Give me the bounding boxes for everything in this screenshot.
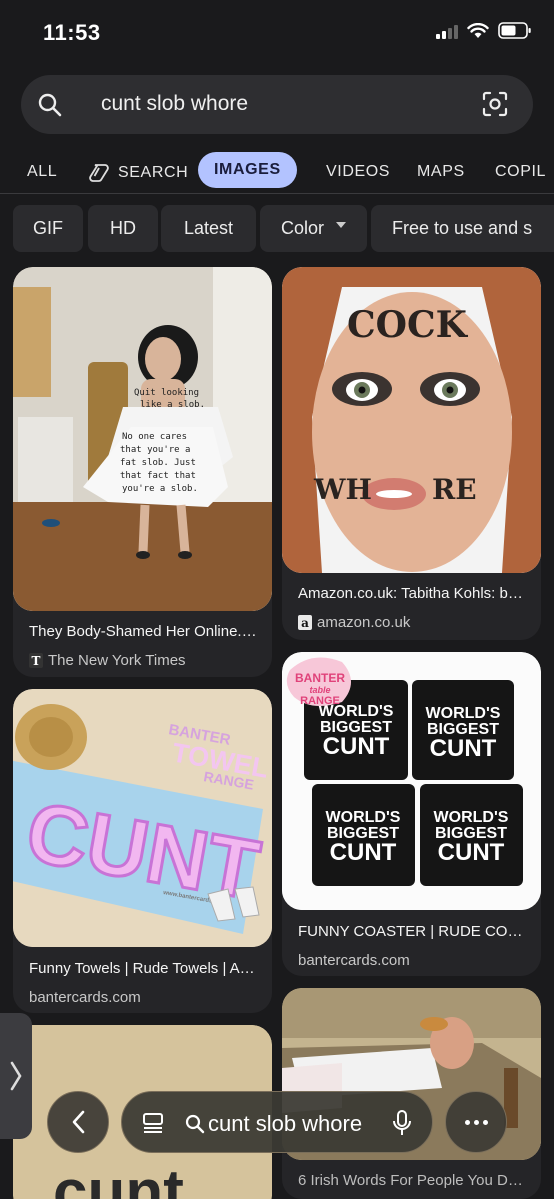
chevron-left-icon: [72, 1110, 85, 1134]
result-source-label: amazon.co.uk: [317, 614, 411, 631]
filter-hd[interactable]: HD: [88, 205, 158, 252]
banter-logo-text: BANTER: [295, 671, 345, 685]
result-title[interactable]: Funny Towels | Rude Towels | A…: [29, 960, 259, 977]
coaster-text: CUNT: [330, 839, 397, 866]
image-result[interactable]: BANTER TOWEL RANGE CUNT www.bantercards …: [13, 689, 272, 1013]
more-dot: [473, 1119, 479, 1125]
tab-videos[interactable]: VIDEOS: [326, 163, 390, 181]
shirt-text-2: like a slob.: [140, 400, 205, 410]
result-source[interactable]: bantercards.com: [29, 989, 141, 1006]
coaster-text: CUNT: [430, 735, 497, 762]
shirt-text-1: Quit looking: [134, 388, 199, 398]
cheek-text-right: RE: [432, 473, 477, 506]
result-source[interactable]: bantercards.com: [298, 952, 410, 969]
image-result[interactable]: WORLD'S BIGGEST CUNT WORLD'S BIGGEST CUN…: [282, 652, 541, 976]
more-dot: [464, 1119, 470, 1125]
result-title[interactable]: 6 Irish Words For People You D…: [298, 1172, 528, 1189]
bottom-toolbar: cunt slob whore: [0, 1080, 554, 1165]
tab-images[interactable]: IMAGES: [198, 152, 297, 188]
dress-text-1: No one cares: [122, 432, 187, 442]
result-image[interactable]: BANTER TOWEL RANGE CUNT www.bantercards: [13, 689, 272, 947]
banter-logo-text: RANGE: [300, 695, 340, 707]
tab-search[interactable]: SEARCH: [88, 163, 188, 183]
image-result[interactable]: Quit looking like a slob. No one cares t…: [13, 267, 272, 677]
coaster-text: CUNT: [323, 733, 390, 760]
more-options-button[interactable]: [445, 1091, 507, 1153]
forehead-text: COCK: [347, 304, 469, 346]
chevron-down-icon: [336, 221, 346, 228]
search-icon: [38, 93, 62, 117]
filter-chips: GIF HD Latest Color Free to use and s: [13, 205, 554, 253]
result-source[interactable]: T The New York Times: [29, 652, 186, 669]
search-tabs: ALL SEARCH IMAGES VIDEOS MAPS COPIL: [0, 150, 554, 194]
filter-color-label: Color: [280, 218, 324, 238]
cellular-signal-icon: [436, 23, 458, 39]
filter-latest[interactable]: Latest: [161, 205, 256, 252]
amazon-favicon: a: [298, 615, 312, 630]
search-box[interactable]: cunt slob whore: [21, 75, 533, 134]
result-image[interactable]: COCK WH RE: [282, 267, 541, 573]
result-title[interactable]: Amazon.co.uk: Tabitha Kohls: b…: [298, 585, 528, 602]
result-source-label: bantercards.com: [29, 989, 141, 1006]
result-source-label: The New York Times: [48, 652, 186, 669]
tabs-icon[interactable]: [142, 1112, 164, 1134]
result-title[interactable]: They Body-Shamed Her Online.…: [29, 623, 259, 640]
coaster-text: WORLD'S: [326, 809, 401, 826]
dress-text-5: you're a slob.: [122, 484, 198, 494]
coaster-text: CUNT: [438, 839, 505, 866]
cheek-text-left: WH: [313, 473, 372, 506]
address-bar-query[interactable]: cunt slob whore: [208, 1111, 362, 1137]
result-photo: WORLD'S BIGGEST CUNT WORLD'S BIGGEST CUN…: [282, 652, 541, 910]
result-source-label: bantercards.com: [298, 952, 410, 969]
back-button[interactable]: [47, 1091, 109, 1153]
result-title[interactable]: FUNNY COASTER | RUDE CO…: [298, 923, 528, 940]
result-source[interactable]: a amazon.co.uk: [298, 614, 410, 631]
copilot-icon: [89, 164, 109, 182]
dress-text-4: that fact that: [120, 471, 196, 481]
filter-gif[interactable]: GIF: [13, 205, 83, 252]
image-result[interactable]: COCK WH RE Amazon.co.uk: Tabitha Kohls: …: [282, 267, 541, 640]
banter-logo-text: table: [309, 685, 330, 695]
wifi-icon: [467, 22, 489, 38]
search-input[interactable]: cunt slob whore: [101, 92, 248, 116]
result-photo: COCK WH RE: [282, 267, 541, 573]
filter-color[interactable]: Color: [260, 205, 367, 252]
result-image[interactable]: Quit looking like a slob. No one cares t…: [13, 267, 272, 611]
tab-search-label: SEARCH: [118, 164, 189, 181]
dress-text-2: that you're a: [120, 445, 190, 455]
visual-search-icon[interactable]: [481, 90, 509, 118]
dress-text-3: fat slob. Just: [120, 458, 196, 468]
result-photo: BANTER TOWEL RANGE CUNT www.bantercards: [13, 689, 272, 947]
search-icon: [185, 1114, 205, 1134]
tab-copilot[interactable]: COPIL: [495, 163, 546, 181]
result-photo: Quit looking like a slob. No one cares t…: [13, 267, 272, 611]
more-dot: [482, 1119, 488, 1125]
status-bar: 11:53: [0, 0, 554, 66]
filter-license[interactable]: Free to use and s: [371, 205, 554, 252]
nyt-favicon: T: [29, 653, 43, 668]
coaster-text: WORLD'S: [426, 705, 501, 722]
microphone-icon[interactable]: [392, 1110, 412, 1136]
battery-icon: [498, 22, 531, 39]
result-image[interactable]: WORLD'S BIGGEST CUNT WORLD'S BIGGEST CUN…: [282, 652, 541, 910]
status-icons: [436, 22, 532, 39]
tab-all[interactable]: ALL: [27, 163, 57, 181]
tab-maps[interactable]: MAPS: [417, 163, 465, 181]
coaster-text: WORLD'S: [434, 809, 509, 826]
status-time: 11:53: [43, 20, 101, 45]
address-bar[interactable]: cunt slob whore: [121, 1091, 433, 1153]
